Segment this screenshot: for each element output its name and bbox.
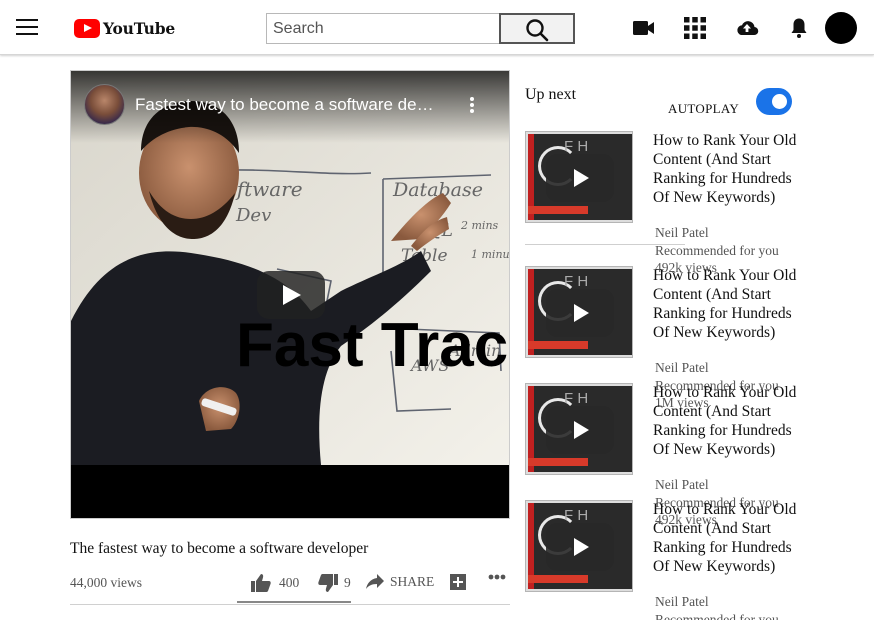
more-actions-button[interactable] xyxy=(488,574,512,580)
video-camera-icon[interactable] xyxy=(632,16,656,40)
recommended-video-channel: Neil Patel xyxy=(655,477,709,492)
thumbs-up-icon xyxy=(251,574,271,592)
board-text: 1 minute xyxy=(471,248,510,261)
search-button[interactable] xyxy=(499,13,575,44)
like-ratio-bar xyxy=(237,601,351,603)
board-text: Dev xyxy=(235,205,271,226)
video-thumbnail[interactable]: F H xyxy=(525,266,633,358)
youtube-logo[interactable]: YouTube xyxy=(74,17,175,39)
video-thumbnail[interactable]: F H xyxy=(525,500,633,592)
autoplay-toggle[interactable] xyxy=(756,88,792,115)
upload-cloud-icon[interactable] xyxy=(735,16,759,40)
notifications-bell-icon[interactable] xyxy=(787,16,811,40)
add-to-playlist-icon xyxy=(450,574,466,590)
share-button[interactable]: SHARE xyxy=(366,574,434,590)
up-next-heading: Up next xyxy=(525,86,577,103)
dislike-button[interactable]: 9 xyxy=(318,574,351,592)
search-field[interactable] xyxy=(266,13,500,44)
play-button[interactable] xyxy=(257,271,325,319)
share-label: SHARE xyxy=(390,574,435,589)
video-player[interactable]: Software Dev Database SQL 2 mins Table 1… xyxy=(70,70,510,519)
divider xyxy=(525,244,685,245)
autoplay-label: AUTOPLAY xyxy=(668,101,740,116)
recommended-video-title[interactable]: How to Rank Your Old Content (And Start … xyxy=(653,266,798,342)
recommended-video-meta: Recommended for you xyxy=(655,611,805,620)
channel-avatar[interactable] xyxy=(84,84,125,125)
like-count: 400 xyxy=(279,575,300,590)
recommended-video-title[interactable]: How to Rank Your Old Content (And Start … xyxy=(653,131,798,207)
dislike-count: 9 xyxy=(344,575,351,590)
thumbnail-text: F H xyxy=(564,390,589,407)
search-input[interactable] xyxy=(267,14,499,43)
divider xyxy=(70,604,510,605)
like-button[interactable]: 400 xyxy=(251,574,299,592)
more-horizontal-icon xyxy=(488,574,506,580)
thumbnail-text: F H xyxy=(564,507,589,524)
search-icon xyxy=(526,19,549,42)
recommended-video-title[interactable]: How to Rank Your Old Content (And Start … xyxy=(653,500,798,576)
video-title: The fastest way to become a software dev… xyxy=(70,540,369,557)
recommended-video[interactable]: F H How to Rank Your Old Content (And St… xyxy=(525,266,798,410)
thumbnail-play-icon xyxy=(546,406,614,454)
video-overlay-bar: Fastest way to become a software de… xyxy=(71,71,509,143)
share-icon xyxy=(366,574,384,589)
thumbnail-play-icon xyxy=(546,289,614,337)
recommended-video[interactable]: F H How to Rank Your Old Content (And St… xyxy=(525,383,798,527)
recommended-video-channel: Neil Patel xyxy=(655,594,709,609)
recommended-video-channel: Neil Patel xyxy=(655,225,709,240)
video-frame[interactable]: Software Dev Database SQL 2 mins Table 1… xyxy=(71,71,510,465)
recommended-label: Recommended for you xyxy=(655,612,779,620)
recommended-video[interactable]: F H How to Rank Your Old Content (And St… xyxy=(525,131,798,275)
avatar[interactable] xyxy=(825,12,857,44)
more-options-icon[interactable] xyxy=(469,97,475,115)
menu-icon[interactable] xyxy=(16,19,38,37)
recommended-video-channel: Neil Patel xyxy=(655,360,709,375)
recommended-video-title[interactable]: How to Rank Your Old Content (And Start … xyxy=(653,383,798,459)
thumbnail-play-icon xyxy=(546,523,614,571)
thumbnail-play-icon xyxy=(546,154,614,202)
logo-text: YouTube xyxy=(103,18,176,38)
recommended-video[interactable]: F H How to Rank Your Old Content (And St… xyxy=(525,500,798,620)
apps-grid-icon[interactable] xyxy=(683,16,707,40)
view-count: 44,000 views xyxy=(70,575,142,590)
add-to-playlist-button[interactable] xyxy=(450,574,472,590)
thumbnail-text: F H xyxy=(564,138,589,155)
thumbnail-text: F H xyxy=(564,273,589,290)
video-thumbnail[interactable]: F H xyxy=(525,131,633,223)
board-text: 2 mins xyxy=(460,219,499,232)
video-overlay-title[interactable]: Fastest way to become a software de… xyxy=(135,95,447,115)
top-header: YouTube xyxy=(0,0,874,55)
video-thumbnail[interactable]: F H xyxy=(525,383,633,475)
thumbs-down-icon xyxy=(318,574,338,592)
banner-text: Fast Track xyxy=(236,311,510,380)
youtube-logo-icon xyxy=(74,18,100,38)
